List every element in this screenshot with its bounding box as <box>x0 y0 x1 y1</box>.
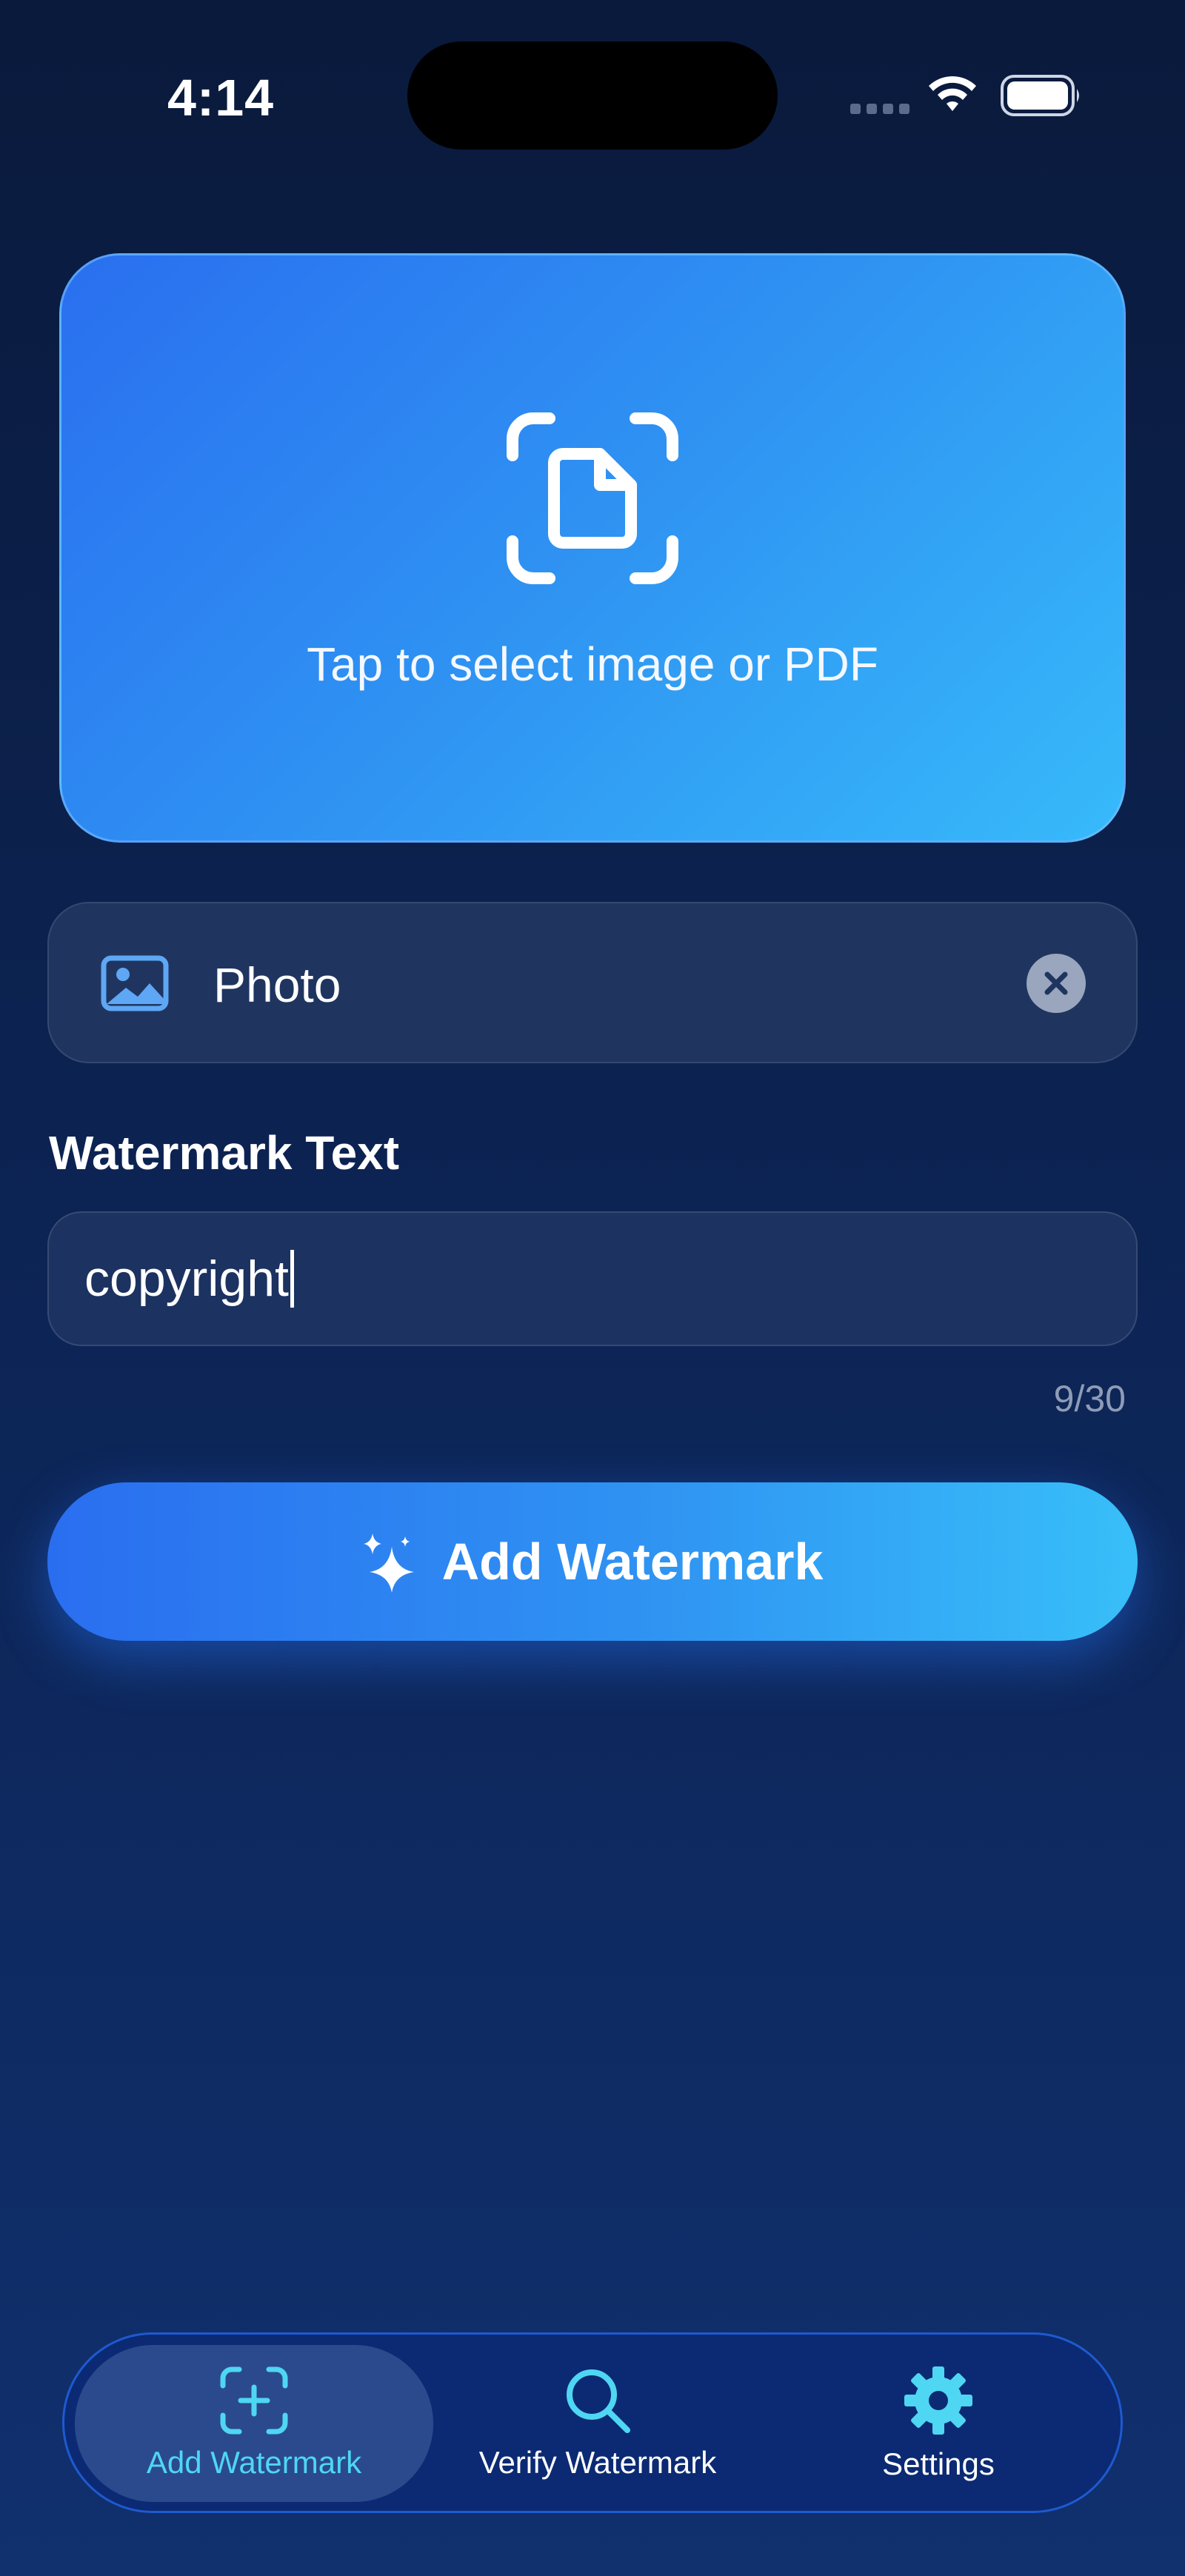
select-file-label: Tap to select image or PDF <box>307 638 878 691</box>
close-icon <box>1044 971 1068 995</box>
document-scan-icon <box>505 411 680 589</box>
tab-label: Verify Watermark <box>478 2445 717 2480</box>
gear-icon <box>904 2366 972 2435</box>
plus-viewfinder-icon <box>220 2366 288 2435</box>
tab-bar: Add Watermark Verify Watermark Settings <box>62 2332 1123 2513</box>
watermark-text-input[interactable]: copyright <box>47 1211 1138 1346</box>
watermark-text-value: copyright <box>84 1251 289 1307</box>
photo-icon <box>101 955 169 1015</box>
selected-file-row <box>47 902 1138 1063</box>
tab-add-watermark[interactable]: Add Watermark <box>75 2345 433 2502</box>
sparkles-icon <box>363 1533 414 1593</box>
battery-icon <box>1000 74 1083 121</box>
character-counter: 9/30 <box>1053 1378 1126 1419</box>
tab-label: Add Watermark <box>146 2445 362 2480</box>
add-watermark-button[interactable]: Add Watermark <box>47 1482 1138 1641</box>
selected-file-name: Photo <box>213 957 341 1012</box>
text-caret <box>290 1250 294 1308</box>
watermark-text-label: Watermark Text <box>49 1126 400 1180</box>
cellular-signal-icon <box>850 104 909 114</box>
status-time: 4:14 <box>167 69 275 127</box>
tab-settings[interactable]: Settings <box>775 2345 1101 2502</box>
tab-verify-watermark[interactable]: Verify Watermark <box>442 2345 753 2502</box>
wifi-icon <box>926 73 979 118</box>
add-watermark-button-label: Add Watermark <box>441 1533 824 1590</box>
clear-file-button[interactable] <box>1027 954 1086 1013</box>
magnifying-glass-icon <box>567 2369 630 2433</box>
dynamic-island <box>407 41 778 150</box>
tab-label: Settings <box>882 2446 995 2481</box>
